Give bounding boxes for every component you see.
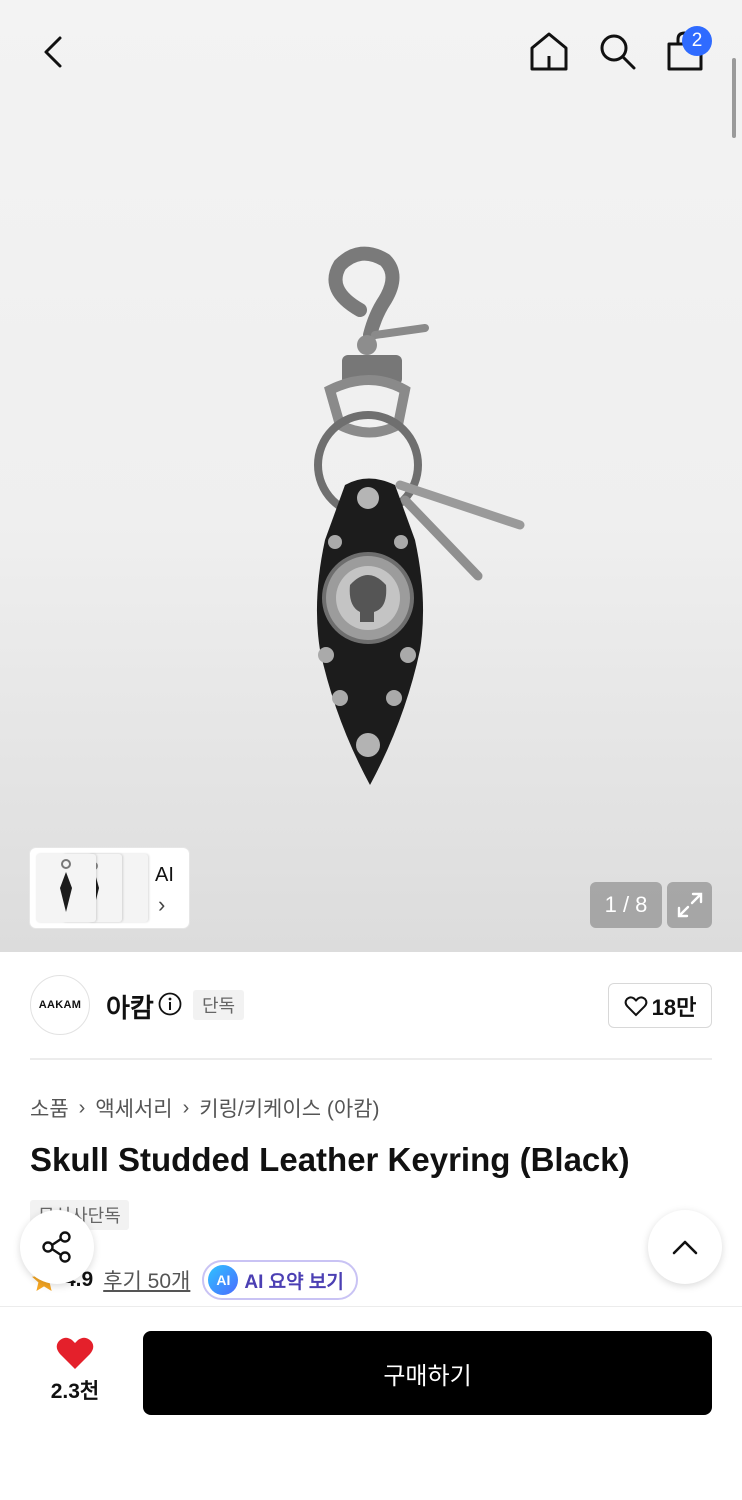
ai-thumbnail-viewer[interactable]: AI › xyxy=(30,848,189,928)
share-icon xyxy=(42,1231,71,1263)
product-like-count: 2.3천 xyxy=(50,1380,100,1403)
breadcrumb: 소품 › 액세서리 › 키링/키케이스 (아캄) xyxy=(30,1093,379,1123)
cart-count-badge: 2 xyxy=(682,26,712,56)
brand-logo[interactable]: AAKAM xyxy=(30,975,90,1035)
home-icon[interactable] xyxy=(524,26,574,76)
bottom-action-bar: 2.3천 구매하기 xyxy=(0,1306,742,1500)
chevron-right-icon: › xyxy=(78,1096,86,1119)
heart-outline-icon xyxy=(624,995,648,1016)
scroll-to-top-button[interactable] xyxy=(648,1210,722,1284)
product-image-gallery[interactable]: 2 AI › 1 / 8 xyxy=(0,0,742,952)
ai-summary-label: AI 요약 보기 xyxy=(244,1271,344,1293)
divider xyxy=(30,1058,712,1060)
breadcrumb-item-subcategory[interactable]: 액세서리 xyxy=(95,1093,172,1123)
image-counter: 1 / 8 xyxy=(590,882,662,928)
ai-icon: AI xyxy=(208,1265,239,1295)
ai-label: AI xyxy=(155,864,174,886)
breadcrumb-item-leaf[interactable]: 키링/키케이스 (아캄) xyxy=(199,1093,379,1123)
buy-button[interactable]: 구매하기 xyxy=(143,1331,712,1415)
top-navigation-bar: 2 xyxy=(0,0,742,100)
search-icon[interactable] xyxy=(592,26,642,76)
product-title: Skull Studded Leather Keyring (Black) xyxy=(30,1141,630,1178)
scrollbar[interactable] xyxy=(732,58,736,138)
brand-like-count: 18만 xyxy=(651,994,697,1020)
brand-like-button[interactable]: 18만 xyxy=(608,983,712,1028)
share-button[interactable] xyxy=(20,1210,94,1284)
product-like-button[interactable]: 2.3천 xyxy=(30,1335,120,1415)
thumbnail-stack xyxy=(36,854,148,922)
ai-summary-button[interactable]: AI AI 요약 보기 xyxy=(202,1260,358,1300)
info-icon[interactable] xyxy=(158,992,182,1016)
breadcrumb-item-category[interactable]: 소품 xyxy=(30,1093,69,1123)
heart-filled-icon xyxy=(56,1337,94,1369)
chevron-right-icon: › xyxy=(158,892,166,917)
back-icon[interactable] xyxy=(30,28,78,76)
product-photo xyxy=(314,246,525,785)
chevron-right-icon: › xyxy=(182,1096,190,1119)
thumbnail-1 xyxy=(36,854,96,922)
brand-name[interactable]: 아캄 xyxy=(106,988,154,1025)
exclusive-badge: 단독 xyxy=(193,990,245,1020)
chevron-up-icon xyxy=(672,1240,698,1255)
review-count-link[interactable]: 후기 50개 xyxy=(103,1265,190,1295)
expand-icon[interactable] xyxy=(667,882,712,928)
